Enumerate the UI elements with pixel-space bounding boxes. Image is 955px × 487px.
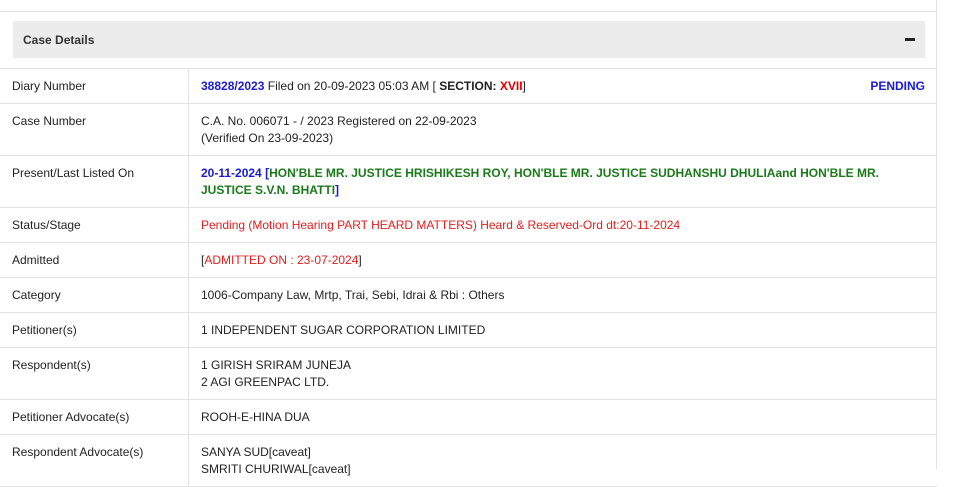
- row-value: 20-11-2024 [HON'BLE MR. JUSTICE HRISHIKE…: [188, 155, 937, 208]
- table-row-category: Category 1006-Company Law, Mrtp, Trai, S…: [0, 277, 937, 313]
- row-label: Diary Number: [0, 68, 189, 104]
- row-label: Respondent(s): [0, 347, 189, 400]
- table-row-respondent-advocate: Respondent Advocate(s) SANYA SUD[caveat]…: [0, 434, 937, 487]
- table-row-petitioner-advocate: Petitioner Advocate(s) ROOH-E-HINA DUA: [0, 399, 937, 435]
- diary-number-link[interactable]: 38828/2023: [201, 79, 264, 93]
- row-label: Present/Last Listed On: [0, 155, 189, 208]
- filed-text: Filed on 20-09-2023 05:03 AM [: [264, 79, 440, 93]
- admitted-close: ]: [358, 253, 362, 267]
- row-value: 1 GIRISH SRIRAM JUNEJA 2 AGI GREENPAC LT…: [188, 347, 937, 400]
- row-label: Admitted: [0, 242, 189, 278]
- table-row-status: Status/Stage Pending (Motion Hearing PAR…: [0, 207, 937, 243]
- bench-close-bracket: ]: [335, 183, 340, 197]
- case-number-line: C.A. No. 006071 - / 2023 Registered on 2…: [201, 114, 477, 128]
- table-row-petitioner: Petitioner(s) 1 INDEPENDENT SUGAR CORPOR…: [0, 312, 937, 348]
- row-value: C.A. No. 006071 - / 2023 Registered on 2…: [188, 103, 937, 156]
- listed-date: 20-11-2024: [201, 166, 266, 180]
- section-label: SECTION:: [439, 79, 500, 93]
- status-badge: PENDING: [870, 79, 925, 93]
- case-details-container: Case Details Diary Number PENDING 38828/…: [0, 0, 937, 487]
- status-stage-value: Pending (Motion Hearing PART HEARD MATTE…: [201, 218, 681, 232]
- row-label: Status/Stage: [0, 207, 189, 243]
- row-value: 1006-Company Law, Mrtp, Trai, Sebi, Idra…: [188, 277, 937, 313]
- table-row-respondent: Respondent(s) 1 GIRISH SRIRAM JUNEJA 2 A…: [0, 347, 937, 400]
- row-label: Category: [0, 277, 189, 313]
- row-value: SANYA SUD[caveat] SMRITI CHURIWAL[caveat…: [188, 434, 937, 487]
- row-value: 1 INDEPENDENT SUGAR CORPORATION LIMITED: [188, 312, 937, 348]
- admitted-value: ADMITTED ON : 23-07-2024: [204, 253, 359, 267]
- section-value: XVII: [499, 79, 523, 93]
- row-value: PENDING 38828/2023 Filed on 20-09-2023 0…: [188, 68, 937, 104]
- case-details-table: Diary Number PENDING 38828/2023 Filed on…: [0, 68, 937, 487]
- respondent-advocate-1: SANYA SUD[caveat]: [201, 445, 311, 459]
- panel-title: Case Details: [23, 32, 95, 47]
- top-divider: [0, 11, 937, 12]
- row-label: Petitioner(s): [0, 312, 189, 348]
- row-label: Petitioner Advocate(s): [0, 399, 189, 435]
- collapse-minus-icon[interactable]: [905, 38, 915, 41]
- table-row-case-number: Case Number C.A. No. 006071 - / 2023 Reg…: [0, 103, 937, 156]
- row-value: [ADMITTED ON : 23-07-2024]: [188, 242, 937, 278]
- verified-line: (Verified On 23-09-2023): [201, 131, 334, 145]
- row-label: Case Number: [0, 103, 189, 156]
- respondent-1: 1 GIRISH SRIRAM JUNEJA: [201, 358, 352, 372]
- table-row-listed: Present/Last Listed On 20-11-2024 [HON'B…: [0, 155, 937, 208]
- row-label: Respondent Advocate(s): [0, 434, 189, 487]
- respondent-2: 2 AGI GREENPAC LTD.: [201, 375, 330, 389]
- case-details-panel-header[interactable]: Case Details: [13, 21, 925, 58]
- table-row-diary: Diary Number PENDING 38828/2023 Filed on…: [0, 68, 937, 104]
- bench-judges: HON'BLE MR. JUSTICE HRISHIKESH ROY, HON'…: [201, 166, 879, 197]
- section-close: ]: [522, 79, 526, 93]
- respondent-advocate-2: SMRITI CHURIWAL[caveat]: [201, 462, 351, 476]
- table-row-admitted: Admitted [ADMITTED ON : 23-07-2024]: [0, 242, 937, 278]
- row-value: ROOH-E-HINA DUA: [188, 399, 937, 435]
- row-value: Pending (Motion Hearing PART HEARD MATTE…: [188, 207, 937, 243]
